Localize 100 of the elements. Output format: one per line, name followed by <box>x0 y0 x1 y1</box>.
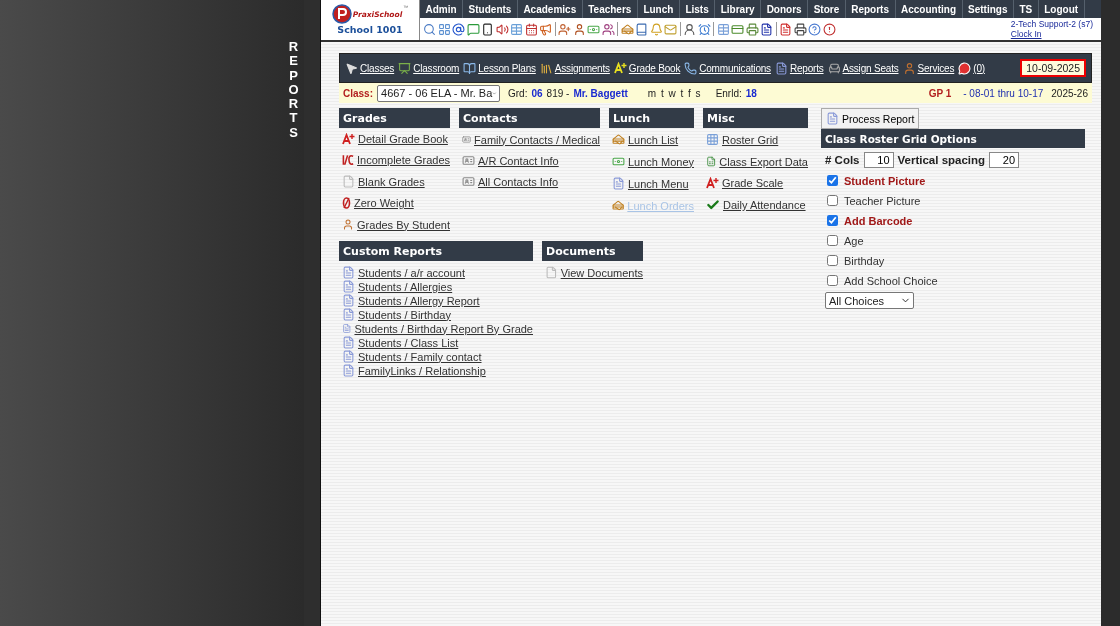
table-icon[interactable] <box>716 22 730 36</box>
checkbox[interactable] <box>827 235 838 246</box>
menu-item[interactable]: TS <box>1013 0 1039 18</box>
megaphone-icon[interactable] <box>539 22 552 36</box>
search-icon[interactable] <box>423 22 436 36</box>
speaker-icon[interactable] <box>495 22 509 36</box>
table-icon[interactable] <box>510 22 523 36</box>
nav-link[interactable]: Communications <box>684 61 771 75</box>
class-select[interactable]: 4667 - 06 ELA - Mr. Ba <box>377 84 500 102</box>
menu-item[interactable]: Reports <box>845 0 896 18</box>
checkbox[interactable] <box>827 175 838 186</box>
alarm-clock-icon[interactable] <box>697 22 711 36</box>
document-icon <box>342 294 355 307</box>
menu-item[interactable]: Teachers <box>582 0 638 18</box>
nav-link[interactable]: Assignments <box>539 61 610 75</box>
report-link[interactable]: Grades By Student <box>342 218 450 231</box>
report-link[interactable]: All Contacts Info <box>462 175 600 188</box>
document-icon[interactable] <box>760 22 773 36</box>
report-link[interactable]: Blank Grades <box>342 175 450 188</box>
report-link[interactable]: Grade Scale <box>706 177 808 189</box>
cols-input[interactable]: 10 <box>863 152 894 168</box>
person-icon[interactable] <box>572 22 586 36</box>
spreadsheet-icon <box>706 155 717 168</box>
nav-link[interactable]: Classroom <box>398 61 460 75</box>
user-name: 2-Tech Support-2 (s7) <box>1010 19 1093 29</box>
phone-icon[interactable] <box>481 22 494 36</box>
report-link[interactable]: Class Export Data <box>706 155 808 168</box>
checkbox[interactable] <box>827 195 838 206</box>
menu-item[interactable]: Accounting <box>895 0 963 18</box>
document-icon <box>612 177 625 190</box>
checkbox[interactable] <box>827 275 838 286</box>
menu-item[interactable]: Admin <box>420 0 464 18</box>
report-link[interactable]: Incomplete Grades <box>342 154 450 166</box>
nav-link[interactable]: Classes <box>345 61 395 75</box>
help-icon[interactable] <box>808 22 821 36</box>
report-link[interactable]: Family Contacts / Medical <box>462 133 600 146</box>
nav-link[interactable]: Reports <box>774 61 824 75</box>
at-sign-icon[interactable] <box>452 22 465 36</box>
menu-item[interactable]: Settings <box>962 0 1014 18</box>
menu-item[interactable]: Store <box>808 0 846 18</box>
report-link[interactable]: Students / a/r account <box>342 266 533 279</box>
nav-link[interactable]: Assign Seats <box>827 61 899 75</box>
report-link[interactable]: Daily Attendance <box>706 198 808 212</box>
ic-icon <box>342 154 355 166</box>
date-field[interactable]: 10-09-2025 <box>1020 59 1086 77</box>
report-link[interactable]: Lunch List <box>612 133 694 146</box>
nav-link[interactable]: Grade Book <box>613 62 681 74</box>
alert-icon[interactable] <box>822 22 836 36</box>
nav-link[interactable]: Lesson Plans <box>463 61 536 75</box>
person-add-icon[interactable] <box>558 22 571 36</box>
menu-item[interactable]: Lists <box>679 0 716 18</box>
grade-value: 06 <box>531 87 543 99</box>
class-label: Class: <box>343 87 373 99</box>
report-link[interactable]: Lunch Money <box>612 155 694 168</box>
report-link[interactable]: Lunch Menu <box>612 177 694 190</box>
checkbox[interactable] <box>827 215 838 226</box>
page-icon <box>342 175 355 188</box>
report-link[interactable]: Detail Grade Book <box>342 133 450 145</box>
person-icon[interactable] <box>683 22 696 36</box>
spacing-input[interactable]: 20 <box>989 152 1020 168</box>
bell-icon[interactable] <box>649 22 663 36</box>
report-link[interactable]: Students / Allergies <box>342 280 533 293</box>
report-link[interactable]: Students / Family contact <box>342 350 533 363</box>
document-link[interactable]: View Documents <box>545 266 643 279</box>
menu-item[interactable]: Donors <box>761 0 809 18</box>
menu-item[interactable]: Library <box>715 0 762 18</box>
report-link[interactable]: Students / Birthday <box>342 308 533 321</box>
nav-link[interactable]: (0) <box>958 61 985 75</box>
card-icon <box>462 133 472 146</box>
menu-item[interactable]: Lunch <box>637 0 680 18</box>
report-link[interactable]: Students / Allergy Report <box>342 294 533 307</box>
menu-item[interactable]: Logout <box>1038 0 1085 18</box>
document-icon <box>342 308 355 321</box>
card-icon[interactable] <box>731 22 744 36</box>
book-icon[interactable] <box>635 22 648 36</box>
report-link[interactable]: Students / Birthday Report By Grade <box>342 322 533 335</box>
report-link[interactable]: Roster Grid <box>706 133 808 146</box>
menu-item[interactable]: Students <box>463 0 518 18</box>
clock-in-link[interactable]: Clock In <box>1010 29 1042 39</box>
choice-select[interactable]: All Choices <box>825 292 914 309</box>
enrolled-label: Enrld: <box>715 87 742 99</box>
option-label: Birthday <box>844 254 885 267</box>
menu-item[interactable]: Academics <box>517 0 583 18</box>
page-icon <box>545 266 558 279</box>
report-link[interactable]: Students / Class List <box>342 336 533 349</box>
printer-icon[interactable] <box>745 22 759 36</box>
people-icon[interactable] <box>601 22 615 36</box>
checkbox[interactable] <box>827 255 838 266</box>
grid-icon[interactable] <box>437 22 451 36</box>
report-link[interactable]: FamilyLinks / Relationship <box>342 364 533 377</box>
report-link[interactable]: Zero Weight <box>342 197 450 209</box>
document-icon[interactable] <box>779 22 792 36</box>
nav-link[interactable]: Services <box>902 61 955 75</box>
process-report-button[interactable]: Process Report <box>821 108 920 129</box>
person-icon <box>342 218 355 231</box>
document-icon <box>342 280 355 293</box>
calendar-icon[interactable] <box>524 22 538 36</box>
chat-bubble-icon[interactable] <box>466 22 480 36</box>
report-link[interactable]: A/R Contact Info <box>462 154 600 167</box>
mail-icon[interactable] <box>664 22 677 36</box>
